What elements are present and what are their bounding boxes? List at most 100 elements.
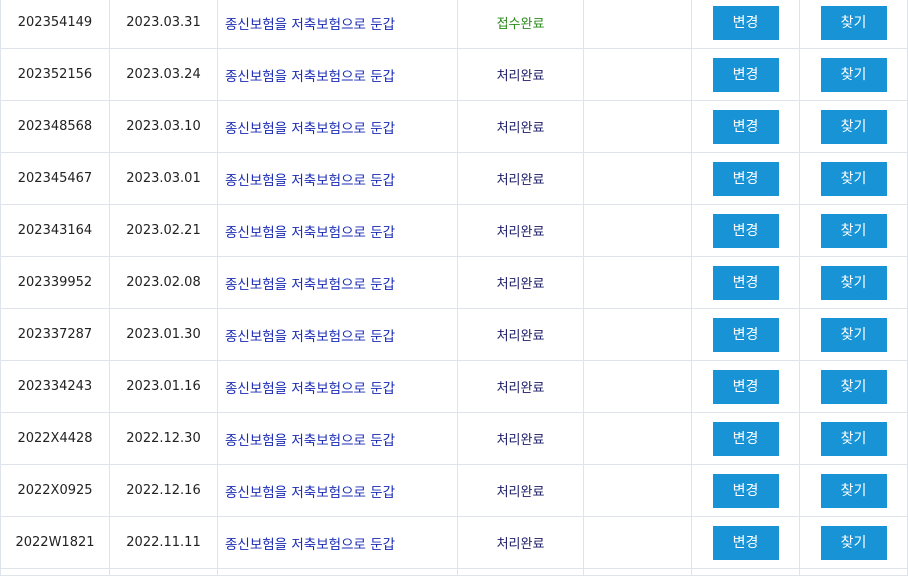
complaint-list: 202354149 2023.03.31 종신보험을 저축보험으로 둔갑 접수완료 변경… <box>0 0 908 576</box>
status-text: 처리완료 <box>496 121 545 136</box>
cell-partial <box>109 568 218 576</box>
row-number: 2022W1821 <box>15 535 95 550</box>
cell-empty <box>583 152 692 205</box>
change-button[interactable]: 변경 <box>712 369 779 404</box>
find-button[interactable]: 찾기 <box>820 213 887 248</box>
table-row: 2022X4428 2022.12.30 종신보험을 저축보험으로 둔갑 처리완료 변경… <box>0 412 908 465</box>
row-number: 202334243 <box>17 379 93 394</box>
change-button[interactable]: 변경 <box>712 5 779 40</box>
table-row-partial <box>0 568 908 576</box>
find-button[interactable]: 찾기 <box>820 369 887 404</box>
cell-title: 종신보험을 저축보험으로 둔갑 <box>217 48 458 101</box>
table-row: 202334243 2023.01.16 종신보험을 저축보험으로 둔갑 처리완료 변경… <box>0 360 908 413</box>
row-title-link[interactable]: 종신보험을 저축보험으로 둔갑 <box>225 277 395 293</box>
cell-status: 처리완료 <box>457 360 584 413</box>
change-button[interactable]: 변경 <box>712 265 779 300</box>
cell-number: 202348568 <box>0 100 110 153</box>
change-button[interactable]: 변경 <box>712 421 779 456</box>
cell-title: 종신보험을 저축보험으로 둔갑 <box>217 516 458 569</box>
cell-date: 2023.01.16 <box>109 360 218 413</box>
cell-status: 처리완료 <box>457 308 584 361</box>
cell-find: 찾기 <box>799 308 908 361</box>
cell-status: 처리완료 <box>457 152 584 205</box>
find-button[interactable]: 찾기 <box>820 525 887 560</box>
cell-partial <box>457 568 584 576</box>
cell-date: 2023.01.30 <box>109 308 218 361</box>
find-button[interactable]: 찾기 <box>820 265 887 300</box>
status-text: 처리완료 <box>496 173 545 188</box>
find-button[interactable]: 찾기 <box>820 57 887 92</box>
row-title-link[interactable]: 종신보험을 저축보험으로 둔갑 <box>225 329 395 345</box>
status-text: 처리완료 <box>496 225 545 240</box>
cell-change: 변경 <box>691 412 800 465</box>
find-button[interactable]: 찾기 <box>820 161 887 196</box>
table-row: 2022W1821 2022.11.11 종신보험을 저축보험으로 둔갑 처리완료 변경… <box>0 516 908 569</box>
row-date: 2022.12.30 <box>126 431 201 446</box>
cell-find: 찾기 <box>799 516 908 569</box>
row-date: 2023.03.24 <box>126 67 201 82</box>
cell-title: 종신보험을 저축보험으로 둔갑 <box>217 464 458 517</box>
change-button[interactable]: 변경 <box>712 473 779 508</box>
cell-date: 2023.03.10 <box>109 100 218 153</box>
change-button[interactable]: 변경 <box>712 57 779 92</box>
cell-partial <box>0 568 110 576</box>
row-title-link[interactable]: 종신보험을 저축보험으로 둔갑 <box>225 173 395 189</box>
row-title-link[interactable]: 종신보험을 저축보험으로 둔갑 <box>225 121 395 137</box>
cell-status: 처리완료 <box>457 256 584 309</box>
cell-empty <box>583 256 692 309</box>
change-button[interactable]: 변경 <box>712 317 779 352</box>
row-date: 2023.03.10 <box>126 119 201 134</box>
find-button[interactable]: 찾기 <box>820 421 887 456</box>
status-text: 처리완료 <box>496 381 545 396</box>
find-button[interactable]: 찾기 <box>820 317 887 352</box>
cell-empty <box>583 204 692 257</box>
cell-find: 찾기 <box>799 0 908 49</box>
row-number: 202348568 <box>17 119 93 134</box>
find-button[interactable]: 찾기 <box>820 473 887 508</box>
table-row: 2022X0925 2022.12.16 종신보험을 저축보험으로 둔갑 처리완료 변경… <box>0 464 908 517</box>
cell-title: 종신보험을 저축보험으로 둔갑 <box>217 0 458 49</box>
cell-find: 찾기 <box>799 100 908 153</box>
cell-find: 찾기 <box>799 464 908 517</box>
row-title-link[interactable]: 종신보험을 저축보험으로 둔갑 <box>225 69 395 85</box>
change-button[interactable]: 변경 <box>712 161 779 196</box>
row-title-link[interactable]: 종신보험을 저축보험으로 둔갑 <box>225 225 395 241</box>
cell-find: 찾기 <box>799 48 908 101</box>
row-date: 2023.02.08 <box>126 275 201 290</box>
table-body: 202354149 2023.03.31 종신보험을 저축보험으로 둔갑 접수완료 변경… <box>0 0 908 576</box>
cell-partial <box>799 568 908 576</box>
change-button[interactable]: 변경 <box>712 213 779 248</box>
find-button[interactable]: 찾기 <box>820 109 887 144</box>
cell-number: 2022X0925 <box>0 464 110 517</box>
cell-title: 종신보험을 저축보험으로 둔갑 <box>217 360 458 413</box>
cell-change: 변경 <box>691 308 800 361</box>
table-row: 202345467 2023.03.01 종신보험을 저축보험으로 둔갑 처리완료 변경… <box>0 152 908 205</box>
row-number: 202354149 <box>17 15 93 30</box>
cell-title: 종신보험을 저축보험으로 둔갑 <box>217 152 458 205</box>
status-text: 처리완료 <box>496 69 545 84</box>
cell-number: 202352156 <box>0 48 110 101</box>
cell-find: 찾기 <box>799 412 908 465</box>
row-title-link[interactable]: 종신보험을 저축보험으로 둔갑 <box>225 485 395 501</box>
find-button[interactable]: 찾기 <box>820 5 887 40</box>
cell-partial <box>691 568 800 576</box>
row-title-link[interactable]: 종신보험을 저축보험으로 둔갑 <box>225 381 395 397</box>
complaint-table: 202354149 2023.03.31 종신보험을 저축보험으로 둔갑 접수완료 변경… <box>0 0 908 576</box>
cell-status: 처리완료 <box>457 100 584 153</box>
cell-partial <box>583 568 692 576</box>
change-button[interactable]: 변경 <box>712 525 779 560</box>
row-date: 2022.12.16 <box>126 483 201 498</box>
status-text: 처리완료 <box>496 537 545 552</box>
change-button[interactable]: 변경 <box>712 109 779 144</box>
cell-number: 202345467 <box>0 152 110 205</box>
cell-change: 변경 <box>691 48 800 101</box>
row-number: 202345467 <box>17 171 93 186</box>
row-title-link[interactable]: 종신보험을 저축보험으로 둔갑 <box>225 537 395 553</box>
cell-change: 변경 <box>691 360 800 413</box>
status-text: 접수완료 <box>496 17 545 32</box>
table-row: 202339952 2023.02.08 종신보험을 저축보험으로 둔갑 처리완료 변경… <box>0 256 908 309</box>
row-title-link[interactable]: 종신보험을 저축보험으로 둔갑 <box>225 17 395 33</box>
row-title-link[interactable]: 종신보험을 저축보험으로 둔갑 <box>225 433 395 449</box>
status-text: 처리완료 <box>496 433 545 448</box>
cell-find: 찾기 <box>799 256 908 309</box>
